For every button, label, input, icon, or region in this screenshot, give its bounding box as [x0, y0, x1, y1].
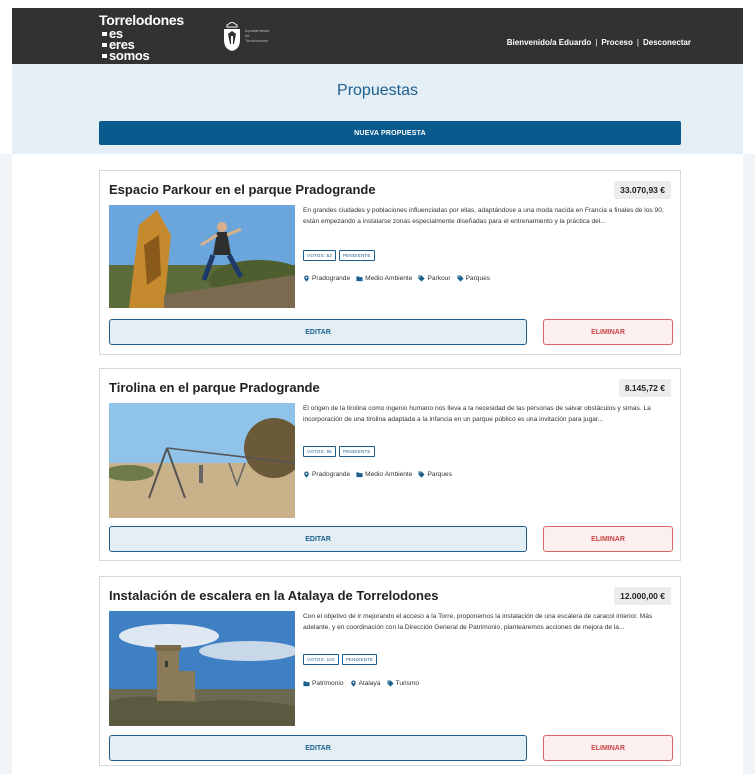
proposal-title[interactable]: Espacio Parkour en el parque Pradogrande	[109, 182, 376, 197]
tag-label: Parques	[427, 471, 452, 478]
proposal-badges: VOTOS: 53 PENDIENTE	[303, 250, 375, 261]
ayuntamiento-label: Ayuntamiento de Torrelodones	[245, 28, 269, 43]
proposal-tags: Patrimonio Atalaya Turismo	[303, 680, 419, 687]
proposal-badges: VOTOS: 102 PENDIENTE	[303, 654, 378, 665]
votes-badge: VOTOS: 102	[303, 654, 339, 665]
brand-logo[interactable]: Torrelodones es eres somos	[99, 13, 184, 63]
page-gutter-right	[743, 154, 755, 774]
brand-line: somos	[99, 49, 184, 62]
edit-button[interactable]: EDITAR	[109, 526, 527, 552]
tag-label: Pradogrande	[312, 275, 351, 282]
delete-button[interactable]: ELIMINAR	[543, 526, 673, 552]
welcome-link[interactable]: Bienvenido/a Eduardo	[507, 38, 591, 47]
location-pin-icon	[304, 471, 309, 478]
tag-item[interactable]: Turismo	[386, 680, 420, 687]
tag-icon	[456, 275, 464, 282]
proposal-card: Instalación de escalera en la Atalaya de…	[99, 576, 681, 766]
tag-item[interactable]: Atalaya	[350, 680, 381, 687]
proposal-price: 33.070,93 €	[614, 181, 671, 199]
folder-icon	[356, 472, 363, 478]
proposal-tags: Pradogrande Medio Ambiente Parkour Parqu…	[303, 275, 490, 282]
page-title: Propuestas	[337, 82, 418, 99]
nav-separator: |	[595, 38, 598, 47]
proposal-description: Con el objetivo de ir mejorando el acces…	[303, 613, 653, 631]
location-pin-icon	[350, 680, 356, 687]
proposal-price: 12.000,00 €	[614, 587, 671, 605]
folder-icon	[356, 276, 363, 282]
folder-icon	[303, 681, 310, 687]
edit-button[interactable]: EDITAR	[109, 735, 527, 761]
tag-label: Patrimonio	[312, 680, 344, 687]
process-link[interactable]: Proceso	[601, 38, 633, 47]
tag-label: Medio Ambiente	[365, 275, 413, 282]
tag-item[interactable]: Medio Ambiente	[356, 275, 412, 282]
proposal-image[interactable]	[109, 611, 295, 726]
page-gutter-left	[0, 154, 12, 774]
status-badge: PENDIENTE	[341, 654, 378, 665]
delete-button[interactable]: ELIMINAR	[543, 735, 673, 761]
proposal-image[interactable]	[109, 403, 295, 518]
tag-label: Parkour	[427, 275, 451, 282]
tag-icon	[418, 275, 425, 282]
tag-icon	[418, 471, 425, 478]
delete-button[interactable]: ELIMINAR	[543, 319, 673, 345]
status-badge: PENDIENTE	[338, 250, 375, 261]
proposal-badges: VOTOS: 95 PENDIENTE	[303, 446, 375, 457]
proposal-description: El origen de la tirolina como ingenio hu…	[303, 405, 651, 423]
coat-of-arms-icon	[224, 22, 240, 51]
proposal-description: En grandes ciudades y poblaciones influe…	[303, 207, 664, 225]
tag-item[interactable]: Parkour	[418, 275, 451, 282]
location-pin-icon	[304, 275, 309, 282]
tag-item[interactable]: Patrimonio	[303, 680, 344, 687]
tag-label: Pradogrande	[312, 471, 351, 478]
proposal-title[interactable]: Tirolina en el parque Pradogrande	[109, 380, 320, 395]
tag-item[interactable]: Pradogrande	[303, 275, 350, 282]
votes-badge: VOTOS: 53	[303, 250, 336, 261]
tag-item[interactable]: Parques	[418, 471, 452, 478]
tag-label: Medio Ambiente	[365, 471, 413, 478]
tag-icon	[386, 680, 394, 687]
tag-item[interactable]: Medio Ambiente	[356, 471, 412, 478]
proposal-tags: Pradogrande Medio Ambiente Parques	[303, 471, 452, 478]
page-header-band: Propuestas NUEVA PROPUESTA	[12, 64, 743, 154]
proposal-card: Espacio Parkour en el parque Pradogrande…	[99, 170, 681, 355]
proposal-image[interactable]	[109, 205, 295, 308]
user-nav: Bienvenido/a Eduardo | Proceso | Desconectar	[507, 38, 691, 47]
proposal-title[interactable]: Instalación de escalera en la Atalaya de…	[109, 588, 438, 603]
tag-label: Turismo	[395, 680, 420, 687]
proposal-price: 8.145,72 €	[618, 379, 671, 397]
logout-link[interactable]: Desconectar	[643, 38, 691, 47]
tag-label: Atalaya	[358, 680, 381, 687]
ayuntamiento-line: Torrelodones	[245, 38, 269, 43]
tag-item[interactable]: Parques	[456, 275, 491, 282]
edit-button[interactable]: EDITAR	[109, 319, 527, 345]
tag-item[interactable]: Pradogrande	[303, 471, 350, 478]
proposal-card: Tirolina en el parque Pradogrande 8.145,…	[99, 368, 681, 561]
status-badge: PENDIENTE	[338, 446, 375, 457]
votes-badge: VOTOS: 95	[303, 446, 336, 457]
tag-label: Parques	[465, 275, 491, 282]
nav-separator: |	[636, 38, 639, 47]
top-header: Torrelodones es eres somos Ayuntamiento …	[12, 8, 743, 64]
new-proposal-button[interactable]: NUEVA PROPUESTA	[99, 121, 681, 145]
